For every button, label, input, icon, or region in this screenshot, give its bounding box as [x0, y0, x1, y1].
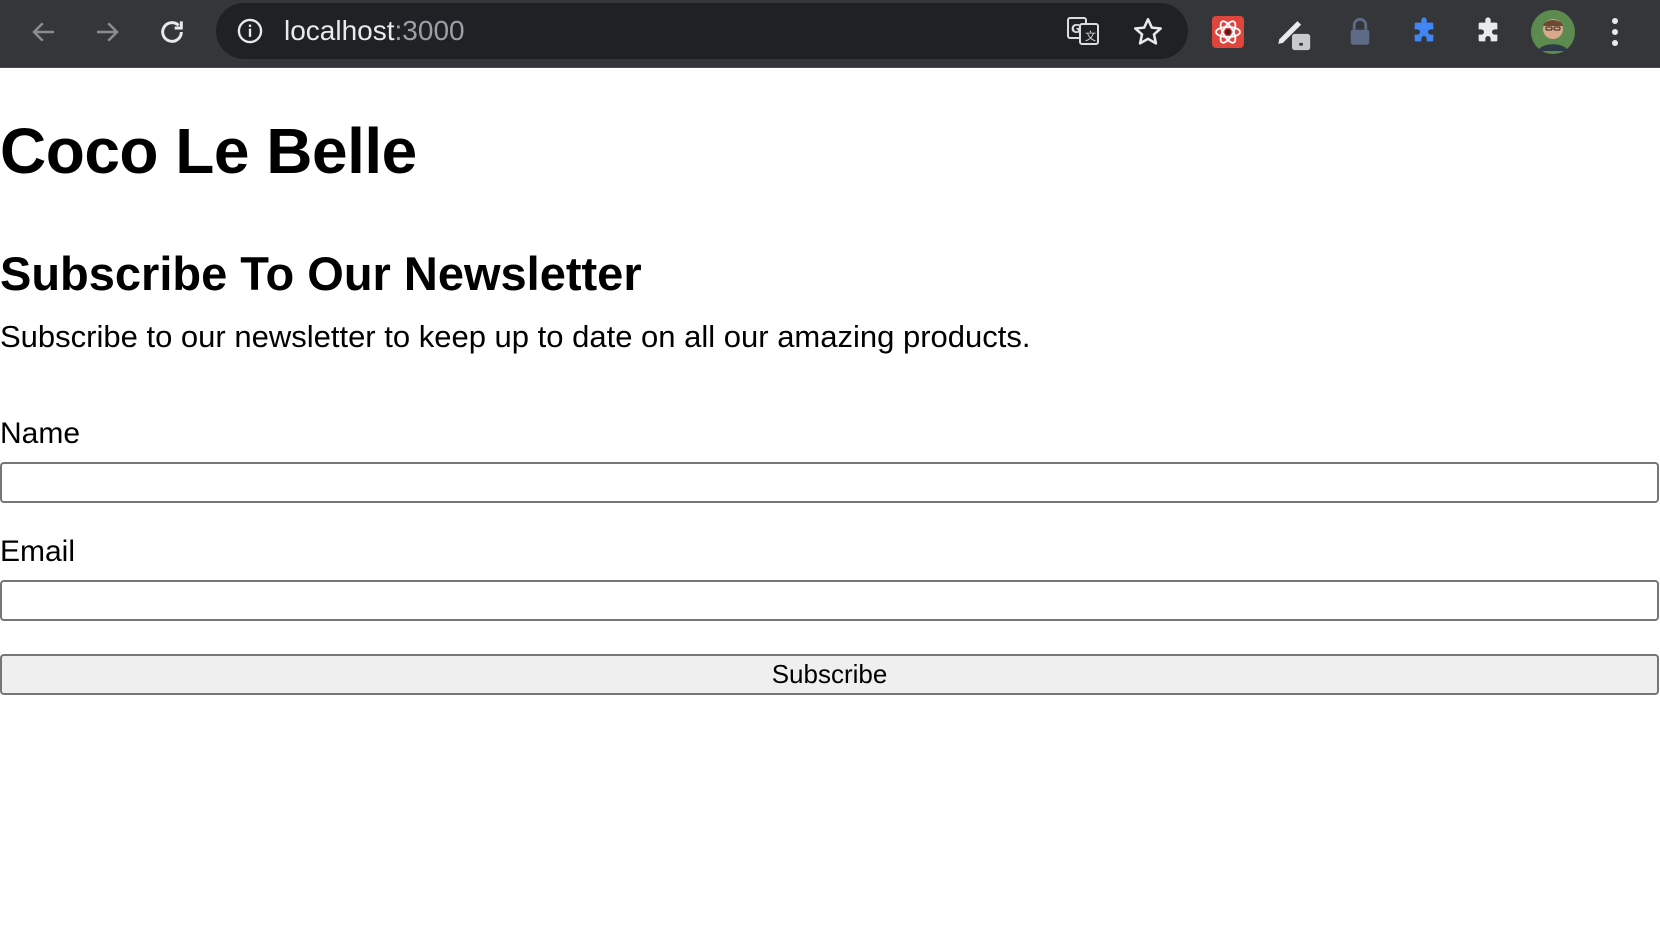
profile-button[interactable] — [1530, 9, 1576, 55]
back-button[interactable] — [22, 10, 66, 54]
pen-extension[interactable] — [1272, 12, 1312, 52]
react-devtools-icon — [1212, 16, 1244, 48]
url-text[interactable]: localhost:3000 — [284, 16, 465, 46]
site-title: Coco Le Belle — [0, 115, 417, 187]
kebab-menu-icon — [1612, 18, 1618, 46]
name-input[interactable] — [0, 462, 1659, 503]
lock-extension[interactable] — [1340, 12, 1380, 52]
star-icon[interactable] — [1131, 15, 1165, 49]
react-devtools-extension[interactable] — [1208, 12, 1248, 52]
info-icon[interactable] — [236, 17, 264, 45]
forward-button[interactable] — [85, 10, 129, 54]
pen-icon — [1278, 21, 1311, 51]
lock-icon — [1350, 17, 1370, 45]
svg-text:G: G — [1071, 22, 1081, 36]
puzzle-blue-icon — [1414, 17, 1434, 42]
avatar — [1531, 10, 1575, 54]
browser-toolbar: localhost:3000 G 文 — [0, 0, 1660, 68]
newsletter-description: Subscribe to our newsletter to keep up t… — [0, 319, 1031, 354]
page-content: Coco Le Belle Subscribe To Our Newslette… — [0, 68, 1660, 940]
reload-icon — [161, 21, 183, 43]
name-label: Name — [0, 417, 81, 450]
arrow-left-icon — [32, 22, 54, 42]
url-port: :3000 — [394, 15, 465, 46]
menu-button[interactable] — [1598, 12, 1632, 52]
email-input[interactable] — [0, 580, 1659, 621]
blue-extension[interactable] — [1404, 12, 1444, 52]
address-bar[interactable]: localhost:3000 G 文 — [216, 3, 1188, 59]
email-label: Email — [0, 535, 76, 568]
extensions-button[interactable] — [1468, 12, 1508, 52]
newsletter-heading: Subscribe To Our Newsletter — [0, 247, 642, 300]
url-host: localhost — [284, 15, 395, 46]
subscribe-button[interactable]: Subscribe — [0, 654, 1659, 695]
translate-icon[interactable]: G 文 — [1066, 15, 1100, 47]
svg-text:文: 文 — [1085, 29, 1096, 43]
reload-button[interactable] — [150, 10, 194, 54]
puzzle-icon — [1478, 17, 1498, 42]
arrow-right-icon — [97, 22, 119, 42]
